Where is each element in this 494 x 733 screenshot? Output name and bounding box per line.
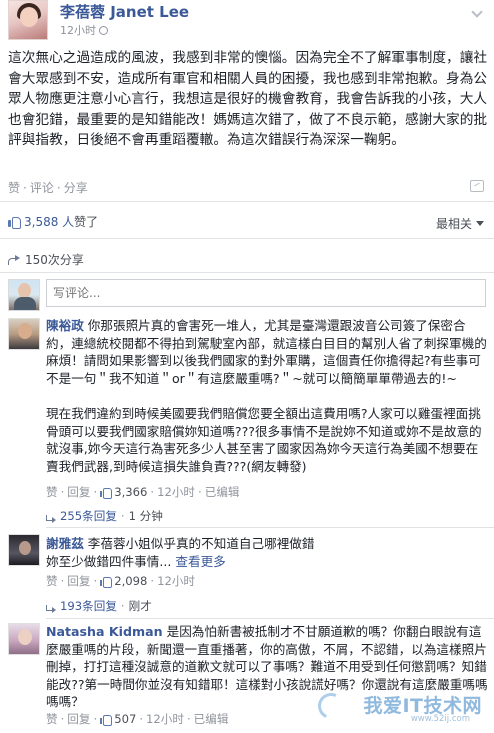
reply-arrow-icon xyxy=(46,602,56,613)
comment-like-count[interactable]: 2,098 xyxy=(114,574,147,588)
viewer-avatar xyxy=(8,279,40,311)
likes-count[interactable]: 3,588 人 xyxy=(24,215,74,229)
comment-link[interactable]: 评论 xyxy=(30,181,54,195)
comment-meta: 赞 · 回复 · 3,366 · 12小时 · 已编辑 xyxy=(46,484,240,500)
thumbs-up-icon xyxy=(100,487,113,499)
globe-icon xyxy=(99,26,108,35)
shares-summary[interactable]: 150次分享 xyxy=(8,251,84,268)
divider xyxy=(0,272,494,273)
separator-dot: · xyxy=(60,712,65,726)
comment-like-count[interactable]: 3,366 xyxy=(114,485,147,499)
avatar-head xyxy=(18,283,31,298)
comment-like-link[interactable]: 赞 xyxy=(46,574,58,588)
comment-text-preview: 妳至少做錯四件事情... xyxy=(46,554,172,569)
comment-meta: 赞 · 回复 · 507 · 12小时 · 已编辑 xyxy=(46,711,228,727)
author-avatar[interactable] xyxy=(8,0,48,40)
separator-dot: · xyxy=(198,485,202,499)
share-arrow-icon xyxy=(8,255,20,265)
replies-summary[interactable]: 255条回复 · 1 分钟 xyxy=(46,508,163,524)
separator-dot: · xyxy=(186,712,191,726)
comment-like-link[interactable]: 赞 xyxy=(46,712,58,726)
comment-time[interactable]: 12小时 xyxy=(157,574,195,588)
likes-suffix: 赞了 xyxy=(74,215,99,229)
separator-dot: · xyxy=(56,181,61,195)
commenter-avatar[interactable] xyxy=(8,623,40,655)
shares-count: 150次分享 xyxy=(25,253,84,267)
comment-like-link[interactable]: 赞 xyxy=(46,485,58,499)
divider xyxy=(0,201,494,202)
reply-time: 1 分钟 xyxy=(128,509,163,523)
site-watermark: 我爱IT技术网 www.52ij.com xyxy=(314,689,486,725)
commenter-avatar[interactable] xyxy=(8,318,40,350)
reply-arrow-icon xyxy=(46,512,56,523)
watermark-url: www.52ij.com xyxy=(410,714,470,724)
comment-time[interactable]: 12小时 xyxy=(146,712,184,726)
comment-body: 謝雅茲 李蓓蓉小姐似乎真的不知道自己哪裡做錯 xyxy=(46,535,490,553)
post-action-bar: 赞 · 评论 · 分享 xyxy=(8,179,88,196)
separator-dot: · xyxy=(120,599,125,613)
comment-body-continued: 現在我們違約到時候美國要我們賠償您要全額出這費用嗎?人家可以雞蛋裡面挑骨頭可以要… xyxy=(46,406,482,474)
replies-summary[interactable]: 193条回复 · 刚才 xyxy=(46,598,152,614)
replies-count[interactable]: 255条回复 xyxy=(60,509,117,523)
reply-time: 刚才 xyxy=(128,599,152,613)
post-header: 李蓓蓉 Janet Lee 12小时 xyxy=(0,0,494,44)
sort-label: 最相关 xyxy=(435,217,472,231)
chevron-down-icon[interactable] xyxy=(472,8,482,18)
comment-status: 已编辑 xyxy=(204,485,240,499)
avatar-head xyxy=(19,541,31,555)
author-name[interactable]: 李蓓蓉 Janet Lee xyxy=(60,1,189,22)
comment-text: 李蓓蓉小姐似乎真的不知道自己哪裡做錯 xyxy=(87,536,315,551)
divider xyxy=(0,238,494,239)
comment-reply-link[interactable]: 回复 xyxy=(67,574,90,588)
comment-sort-dropdown[interactable]: 最相关 xyxy=(436,215,484,232)
divider xyxy=(46,618,494,619)
comment-reply-link[interactable]: 回复 xyxy=(67,485,90,499)
divider xyxy=(46,527,494,528)
caret-down-icon xyxy=(476,221,484,226)
share-box-icon[interactable] xyxy=(470,180,484,192)
comment-meta: 赞 · 回复 · 2,098 · 12小时 xyxy=(46,573,195,589)
commenter-avatar[interactable] xyxy=(8,534,40,566)
comment-text: 你那張照片真的會害死一堆人，尤其是臺灣還跟波音公司簽了保密合約，連總統校閱都不得… xyxy=(46,318,487,386)
comment-reply-link[interactable]: 回复 xyxy=(67,712,90,726)
comment-body: 陳裕政 你那張照片真的會害死一堆人，尤其是臺灣還跟波音公司簽了保密合約，連總統校… xyxy=(46,317,490,387)
avatar-head xyxy=(18,323,32,339)
separator-dot: · xyxy=(60,574,65,588)
comment-input[interactable] xyxy=(46,279,486,307)
separator-dot: · xyxy=(150,485,155,499)
separator-dot: · xyxy=(23,181,27,195)
thumbs-up-icon xyxy=(100,576,113,588)
separator-dot: · xyxy=(93,574,98,588)
separator-dot: · xyxy=(93,712,98,726)
avatar-body xyxy=(14,297,36,310)
likes-summary[interactable]: 3,588 人赞了 xyxy=(8,213,98,230)
replies-count[interactable]: 193条回复 xyxy=(60,599,117,613)
post-body-text: 這次無心之過造成的風波，我感到非常的懊惱。因為完全不了解軍事制度，讓社會大眾感到… xyxy=(8,50,488,148)
separator-dot: · xyxy=(93,485,98,499)
commenter-name[interactable]: 陳裕政 xyxy=(46,318,84,333)
comment-time[interactable]: 12小时 xyxy=(157,485,195,499)
post-timestamp[interactable]: 12小时 xyxy=(60,22,108,38)
commenter-name[interactable]: 謝雅茲 xyxy=(46,536,84,551)
commenter-name[interactable]: Natasha Kidman xyxy=(46,624,163,639)
avatar-face xyxy=(20,7,38,27)
separator-dot: · xyxy=(150,574,155,588)
see-more-link[interactable]: 查看更多 xyxy=(175,554,225,569)
watermark-swoosh xyxy=(314,689,348,723)
like-link[interactable]: 赞 xyxy=(8,181,20,195)
avatar-head xyxy=(18,629,32,645)
separator-dot: · xyxy=(60,485,65,499)
separator-dot: · xyxy=(120,509,125,523)
comment-like-count[interactable]: 507 xyxy=(114,712,136,726)
post-time-text: 12小时 xyxy=(60,24,96,37)
comment-body-continued: 妳至少做錯四件事情... 查看更多 xyxy=(46,553,490,571)
share-link[interactable]: 分享 xyxy=(64,181,88,195)
comment-status: 已编辑 xyxy=(193,712,229,726)
thumbs-up-icon xyxy=(8,216,21,229)
separator-dot: · xyxy=(139,712,144,726)
thumbs-up-icon xyxy=(100,714,113,726)
